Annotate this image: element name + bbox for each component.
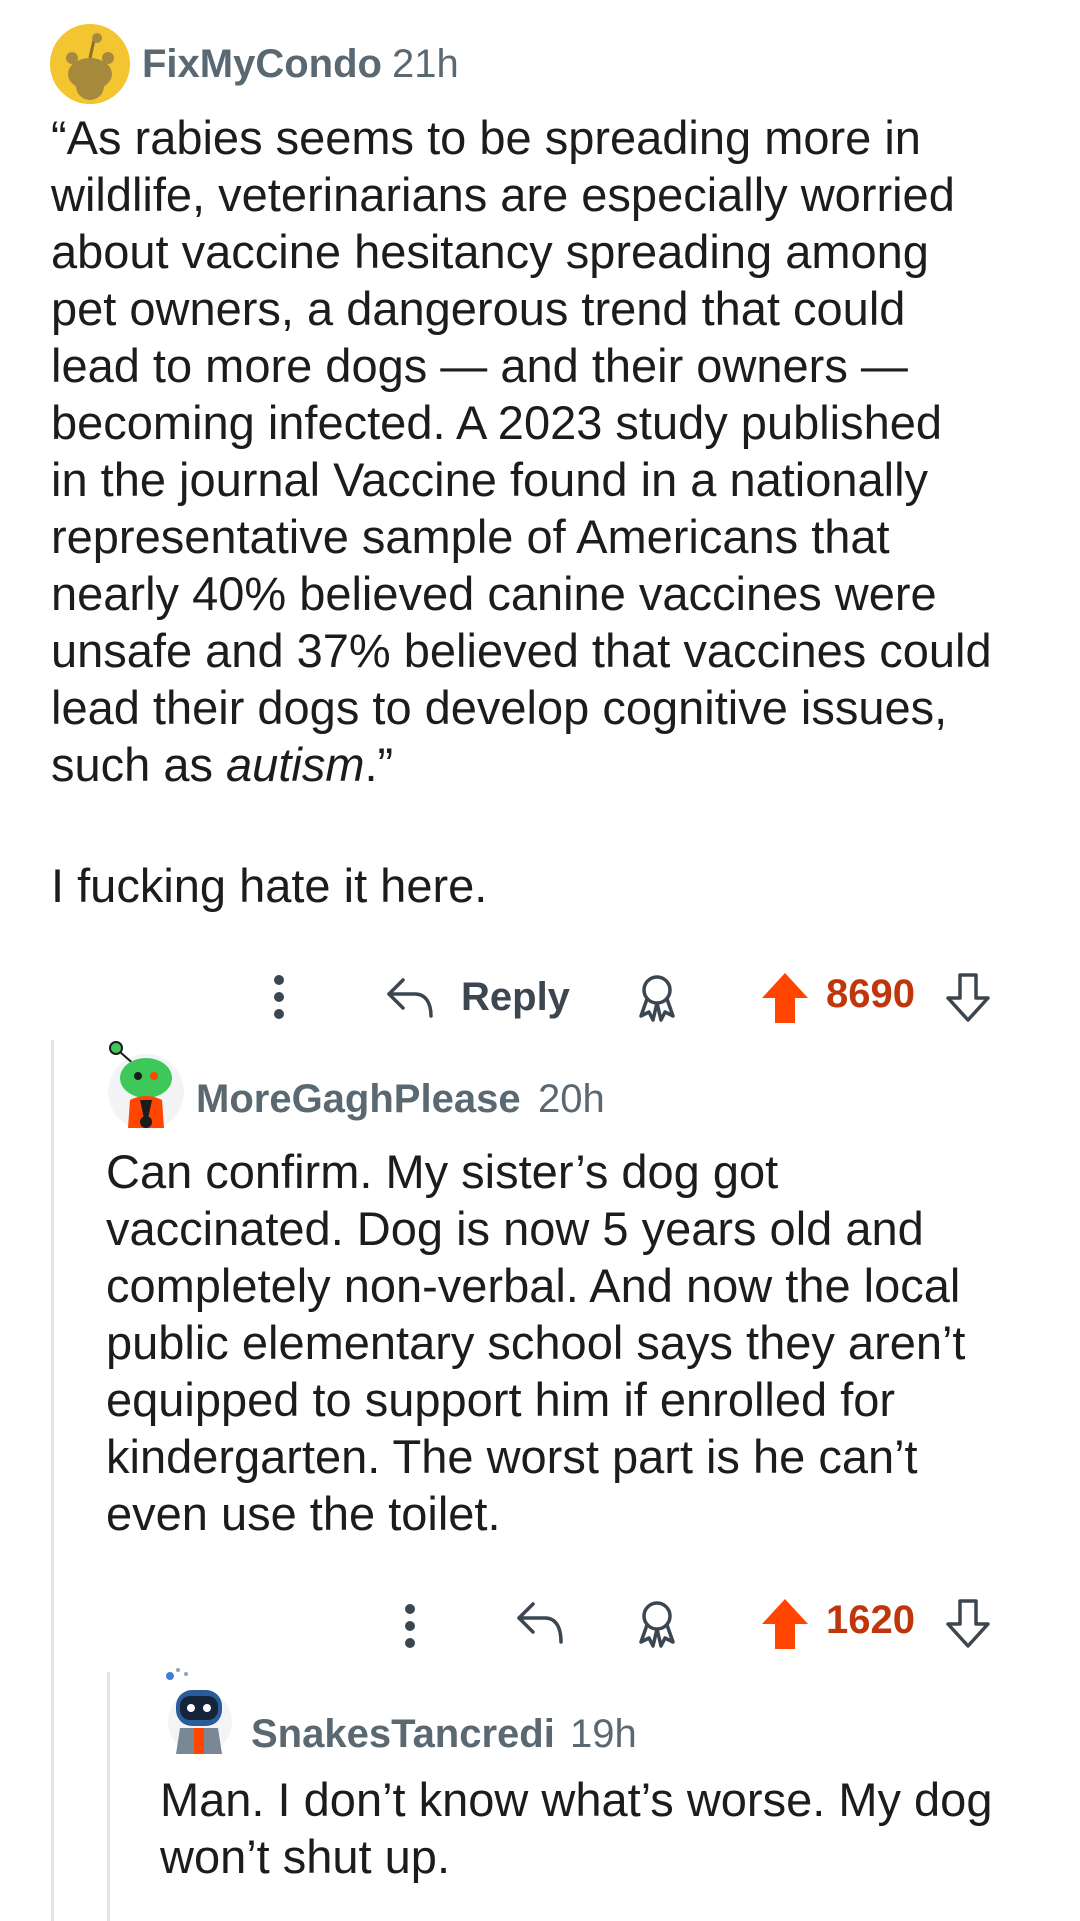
award-icon[interactable] [633,1598,681,1650]
comment-body: Can confirm. My sister’s dog got vaccina… [106,1143,966,1542]
upvote-icon[interactable] [760,971,810,1025]
comment-body-line: “As rabies seems to be spreading more in [51,111,921,164]
comment-body-line: in the journal Vaccine found in a nation… [51,453,929,506]
comment-body-text: such as [51,738,227,791]
thread-line-level-1[interactable] [51,1040,54,1921]
reply-arrow-icon [387,978,433,1018]
reply-button[interactable]: Reply [385,972,575,1024]
comment-body-line: equipped to support him if enrolled for [106,1373,896,1426]
more-options-icon[interactable] [404,1604,416,1655]
comment-body-line: lead their dogs to develop cognitive iss… [51,681,948,734]
comment-body-line: lead to more dogs — and their owners — [51,339,908,392]
comment-body-line: Can confirm. My sister’s dog got [106,1145,779,1198]
comment-author[interactable]: SnakesTancredi [251,1712,555,1757]
reply-label: Reply [461,975,570,1019]
comment-author[interactable]: MoreGaghPlease [196,1077,521,1122]
vote-score: 8690 [826,972,915,1016]
comment-body-line: about vaccine hesitancy spreading among [51,225,929,278]
more-options-icon[interactable] [273,975,285,1026]
vote-score: 1620 [826,1598,915,1642]
comment-timestamp: 21h [392,42,459,86]
comment-body-line: public elementary school says they aren’… [106,1316,966,1369]
upvote-icon[interactable] [760,1597,810,1651]
award-icon[interactable] [633,972,681,1024]
snoo-avatar-robot-icon [166,1668,232,1754]
thread-line-level-2[interactable] [107,1672,110,1921]
comment-body-line: unsafe and 37% believed that vaccines co… [51,624,992,677]
snoo-avatar-gold-icon [50,24,130,104]
comment-author[interactable]: FixMyCondo [142,42,382,87]
comment-body-line-last: such as autism.” [51,736,992,793]
comment-body-line: even use the toilet. [106,1487,501,1540]
comment-body-line: becoming infected. A 2023 study publishe… [51,396,943,449]
comment-body-line: Man. I don’t know what’s worse. My dog [160,1773,993,1826]
comment-body-text: .” [364,738,394,791]
comment-body-italic: autism [226,738,365,791]
comment-body-extra: I fucking hate it here. [51,859,488,912]
comment-body-line: won’t shut up. [160,1830,451,1883]
comment-timestamp: 19h [570,1712,637,1756]
downvote-icon[interactable] [944,972,992,1024]
comment-body-line: nearly 40% believed canine vaccines were [51,567,937,620]
snoo-avatar-green-icon [108,1041,184,1130]
comment-timestamp: 20h [538,1077,605,1121]
user-avatar-icon[interactable] [162,1666,234,1756]
comment-body: Man. I don’t know what’s worse. My dog w… [160,1771,992,1885]
downvote-icon[interactable] [944,1598,992,1650]
reply-arrow-icon[interactable] [515,1600,565,1648]
comment-body-line: kindergarten. The worst part is he can’t [106,1430,918,1483]
comment-body-line: representative sample of Americans that [51,510,890,563]
comment-body: “As rabies seems to be spreading more in… [51,109,992,793]
comment-body-line: pet owners, a dangerous trend that could [51,282,906,335]
user-avatar-icon[interactable] [106,1040,186,1132]
comment-body-line: completely non-verbal. And now the local [106,1259,961,1312]
comment-body-line: vaccinated. Dog is now 5 years old and [106,1202,924,1255]
comment-body-line: wildlife, veterinarians are especially w… [51,168,955,221]
user-avatar-icon[interactable] [50,24,130,104]
